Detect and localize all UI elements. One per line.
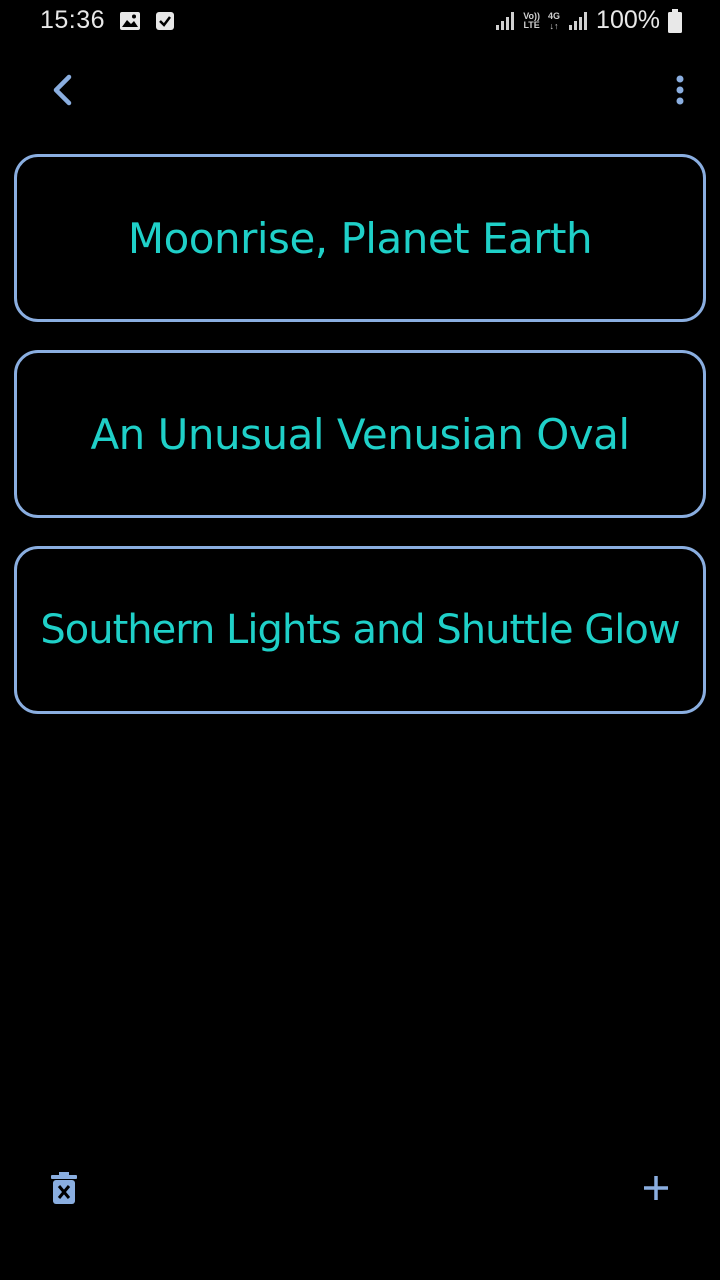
- add-button[interactable]: [636, 1168, 676, 1212]
- delete-forever-icon: [51, 1171, 77, 1209]
- signal-2-icon: [568, 11, 588, 31]
- network-top: 4G: [548, 10, 561, 21]
- volte-bottom: LTE: [523, 19, 540, 30]
- screen: 15:36 Vo)) LTE 4G ↓↑ 100% Moonrise, Plan…: [0, 0, 720, 1280]
- task-check-icon: [155, 11, 175, 31]
- network-4g-indicator: 4G ↓↑: [548, 11, 560, 31]
- list-item-title: An Unusual Venusian Oval: [90, 409, 630, 459]
- list-item[interactable]: An Unusual Venusian Oval: [14, 350, 706, 518]
- list-item[interactable]: Southern Lights and Shuttle Glow: [14, 546, 706, 714]
- list-item-title: Southern Lights and Shuttle Glow: [40, 607, 680, 653]
- battery-percent: 100%: [596, 6, 660, 34]
- list-item[interactable]: Moonrise, Planet Earth: [14, 154, 706, 322]
- overflow-menu-button[interactable]: [662, 70, 698, 114]
- plus-icon: [642, 1174, 670, 1207]
- delete-button[interactable]: [42, 1166, 86, 1214]
- status-bar: 15:36 Vo)) LTE 4G ↓↑ 100%: [0, 0, 720, 42]
- item-list: Moonrise, Planet Earth An Unusual Venusi…: [14, 154, 706, 742]
- more-vert-icon: [675, 75, 685, 110]
- status-right: Vo)) LTE 4G ↓↑ 100%: [495, 6, 682, 35]
- status-left: 15:36: [40, 6, 175, 35]
- network-bottom: ↓↑: [549, 20, 559, 31]
- volte-indicator: Vo)) LTE: [523, 11, 540, 30]
- toolbar: [0, 60, 720, 124]
- battery-icon: [668, 8, 682, 33]
- list-item-title: Moonrise, Planet Earth: [127, 213, 593, 263]
- back-button[interactable]: [40, 70, 84, 114]
- signal-icon: [495, 11, 515, 31]
- status-time: 15:36: [40, 6, 106, 34]
- gallery-icon: [119, 11, 141, 31]
- chevron-left-icon: [50, 73, 74, 112]
